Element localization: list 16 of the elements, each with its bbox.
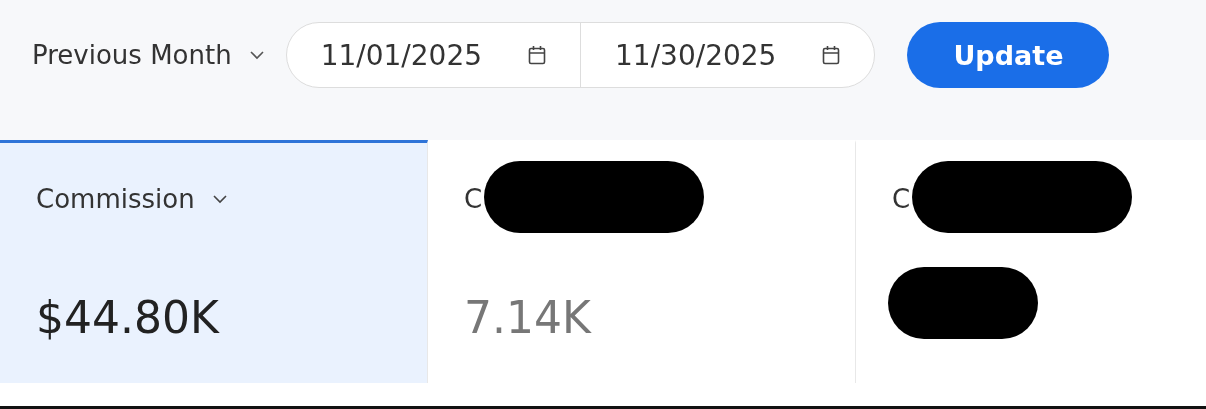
start-date-field[interactable]: 11/01/2025: [286, 23, 581, 87]
calendar-icon: [822, 45, 841, 65]
end-date-field[interactable]: 11/30/2025: [580, 23, 875, 87]
metric-tab[interactable]: C 7.14K: [428, 140, 856, 383]
metric-value: 7.14K: [464, 291, 591, 343]
calendar-icon: [528, 45, 547, 65]
metric-tab[interactable]: C: [856, 140, 1206, 383]
metric-value: $44.80K: [36, 291, 219, 343]
metric-label: C: [464, 184, 483, 214]
chevron-down-icon: [249, 50, 264, 60]
update-button[interactable]: Update: [907, 22, 1110, 88]
metric-label: Commission: [36, 184, 195, 214]
period-dropdown[interactable]: Previous Month: [28, 40, 268, 70]
chevron-down-icon: [212, 194, 227, 204]
metric-tab[interactable]: Commission $44.80K: [0, 140, 428, 383]
metric-label: C: [892, 184, 911, 214]
